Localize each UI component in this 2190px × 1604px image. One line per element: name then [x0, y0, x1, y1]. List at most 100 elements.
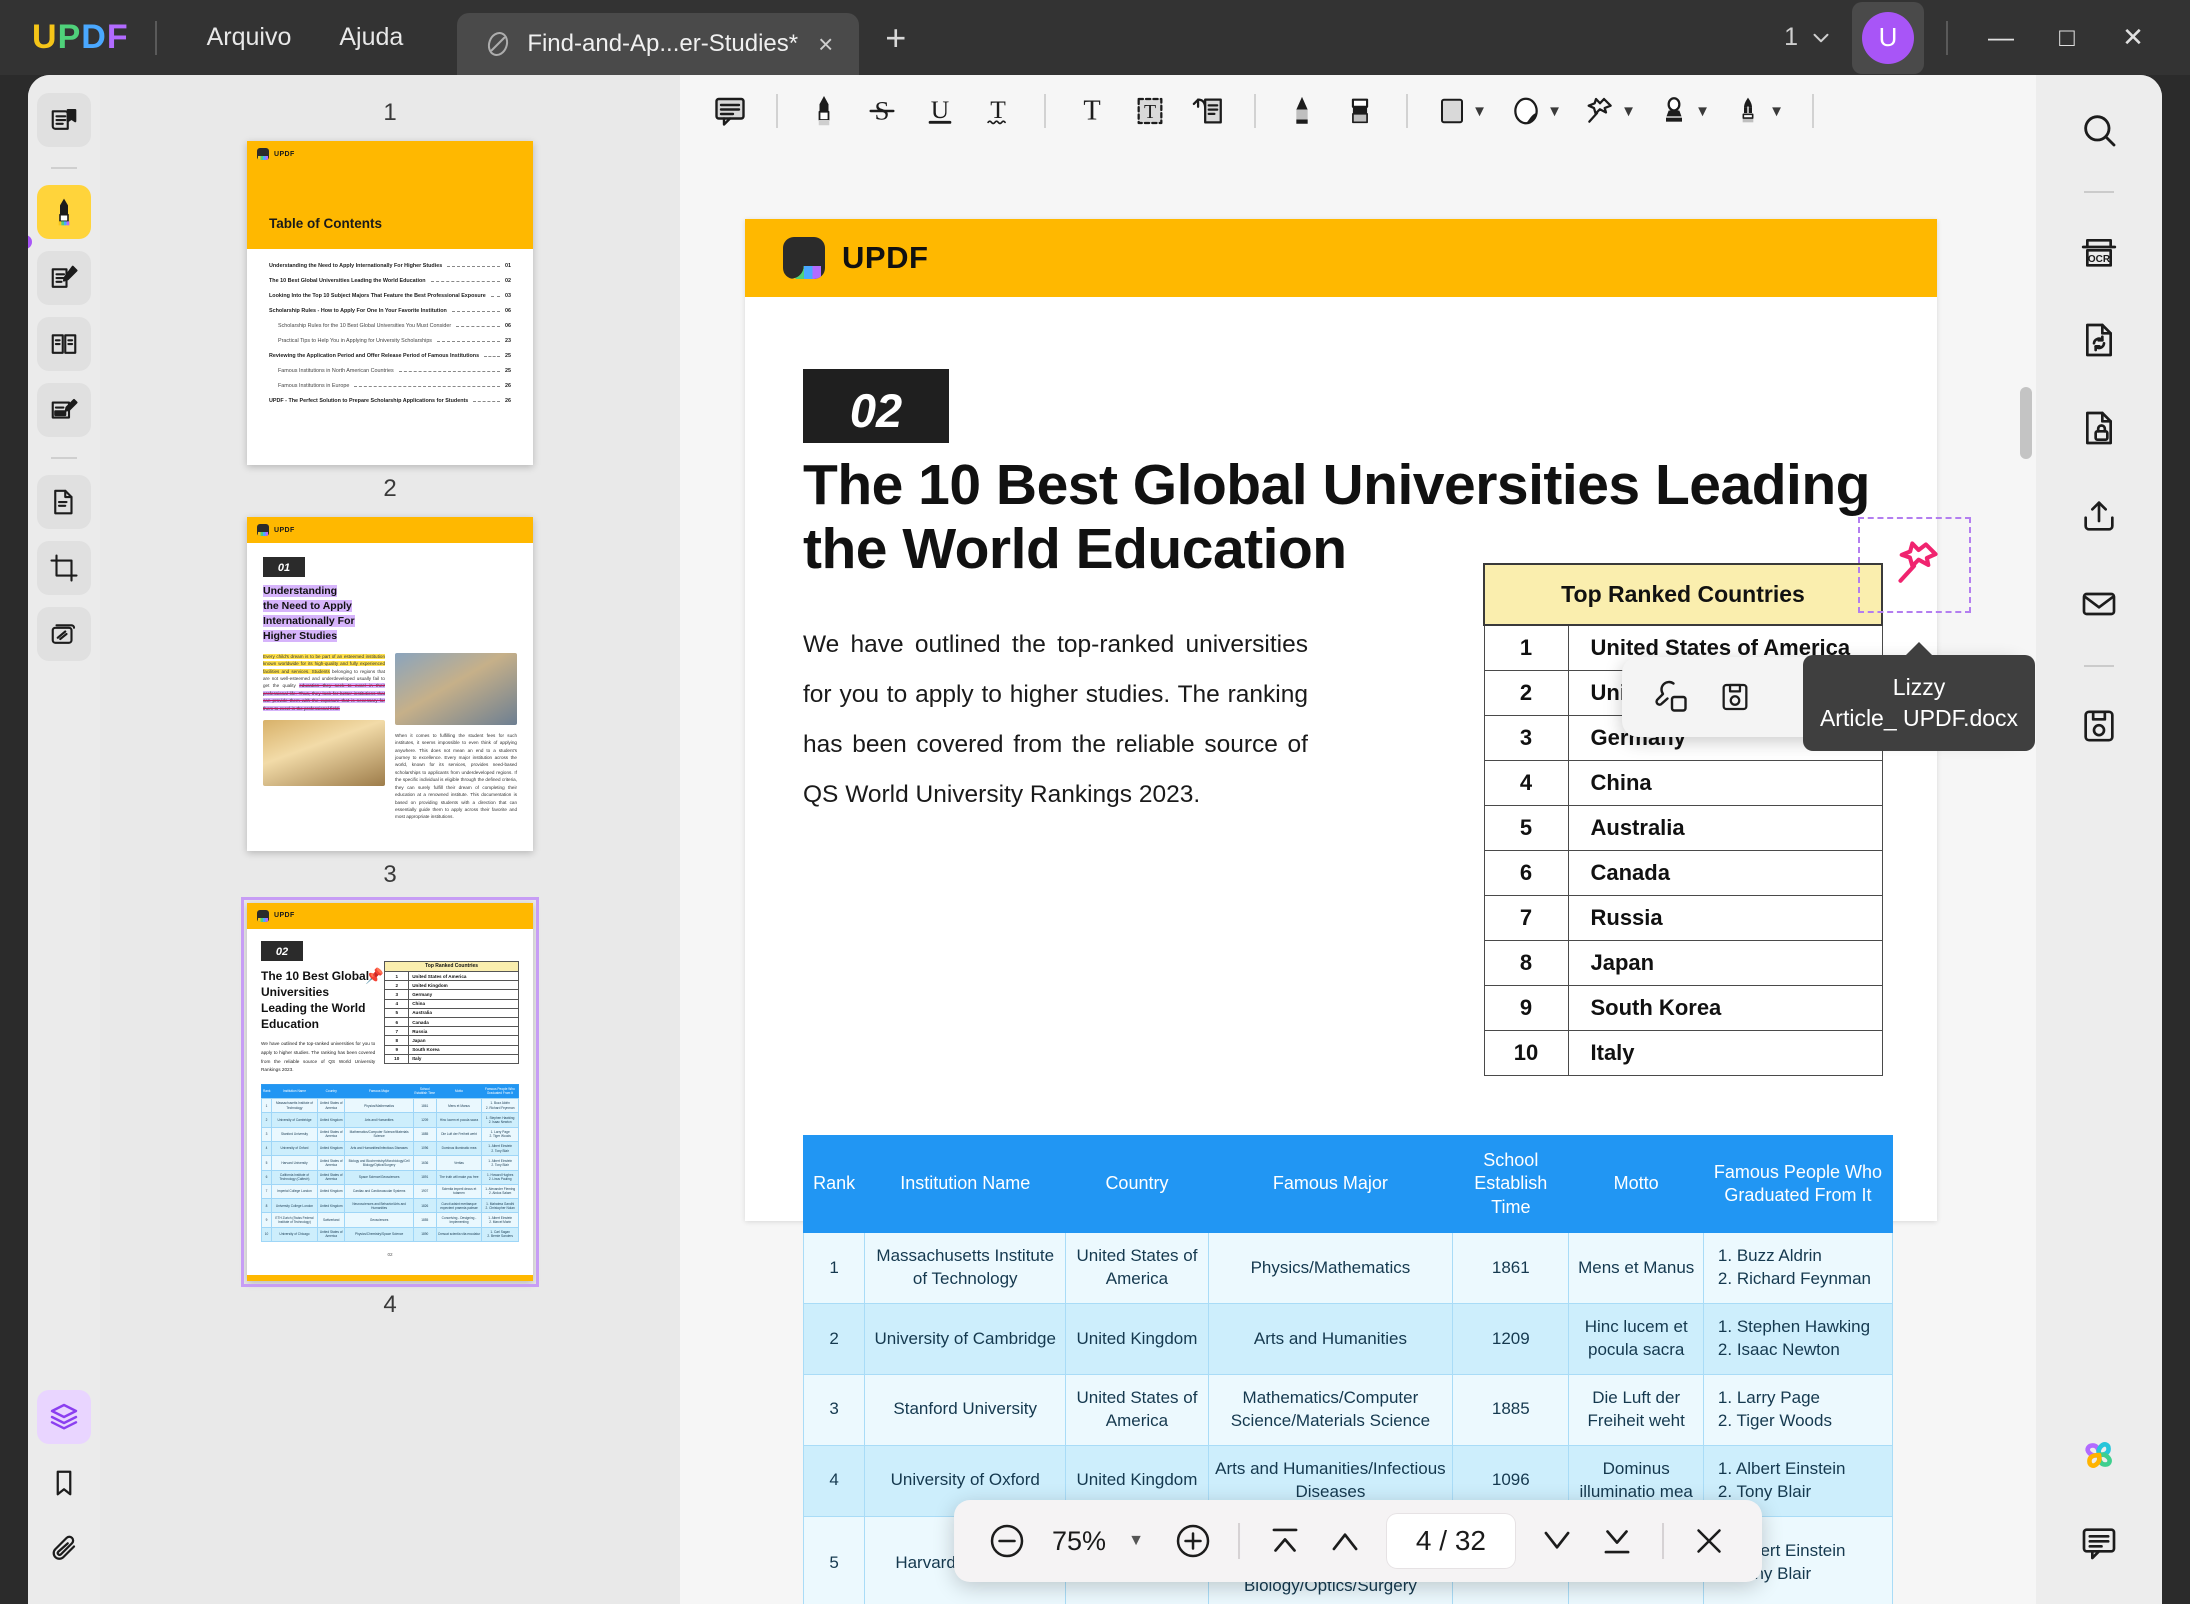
vertical-scrollbar[interactable] — [2020, 387, 2032, 459]
sidebar-item-organize-pages[interactable] — [37, 317, 91, 371]
thumbnail-page-preview-selected[interactable]: UPDF 📌 02 The 10 Best Global Universitie… — [247, 903, 533, 1281]
table-cell: 6 — [262, 1170, 272, 1184]
thumbnail-item-1[interactable]: 1 UPDF Table of Contents Understanding t… — [100, 89, 680, 517]
thumbnail-panel[interactable]: 1 UPDF Table of Contents Understanding t… — [100, 75, 680, 1604]
comment-list-button[interactable] — [2068, 1512, 2130, 1574]
zoom-level-label[interactable]: 75% — [1040, 1526, 1118, 1557]
current-page-value[interactable]: 4 — [1416, 1525, 1432, 1556]
close-window-button[interactable]: ✕ — [2102, 7, 2164, 69]
toc-entry[interactable]: Scholarship Rules - How to Apply For One… — [269, 308, 511, 314]
country-rank: 2 — [1484, 671, 1568, 716]
menu-ajuda[interactable]: Ajuda — [315, 15, 427, 60]
sidebar-item-convert[interactable] — [37, 475, 91, 529]
page-navigation-toolbar[interactable]: 75% ▼ 4 / 32 — [954, 1500, 1762, 1582]
toc-entry-label: Famous Institutions in North American Co… — [269, 368, 394, 374]
toc-entry[interactable]: The 10 Best Global Universities Leading … — [269, 278, 511, 284]
pencil-icon[interactable] — [1274, 83, 1330, 139]
sidebar-item-edit-pdf[interactable] — [37, 251, 91, 305]
protect-button[interactable] — [2068, 397, 2130, 459]
maximize-button[interactable]: □ — [2036, 7, 2098, 69]
eraser-icon[interactable] — [1332, 83, 1388, 139]
shape-rectangle-icon[interactable]: ▼ — [1426, 83, 1498, 139]
toc-entry[interactable]: Practical Tips to Help You in Applying f… — [269, 338, 511, 344]
underline-icon[interactable]: U — [912, 83, 968, 139]
sticker-icon[interactable]: ▼ — [1574, 83, 1646, 139]
sidebar-item-bookmarks[interactable] — [37, 1456, 91, 1510]
chevron-down-icon[interactable]: ▼ — [1769, 103, 1784, 120]
paragraph-right: When it comes to fulfilling the student … — [395, 732, 517, 821]
next-page-icon[interactable] — [1530, 1514, 1584, 1568]
toc-entry[interactable]: Reviewing the Application Period and Off… — [269, 353, 511, 359]
toc-entry[interactable]: Scholarship Rules for the 10 Best Global… — [269, 323, 511, 329]
top-ranked-countries-table-mini: Top Ranked Countries1United States of Am… — [384, 961, 519, 1064]
close-icon[interactable]: × — [812, 29, 839, 60]
highlight-icon[interactable] — [796, 83, 852, 139]
text-box-icon[interactable]: T — [1064, 83, 1120, 139]
pin-sticker-icon[interactable] — [1886, 536, 1944, 594]
ocr-button[interactable]: OCR — [2068, 221, 2130, 283]
updf-ai-button[interactable] — [2068, 1424, 2130, 1486]
strikethrough-icon[interactable]: S — [854, 83, 910, 139]
account-button[interactable]: U — [1852, 2, 1924, 74]
chevron-down-icon[interactable]: ▼ — [1124, 1532, 1160, 1550]
email-button[interactable] — [2068, 573, 2130, 635]
panel-collapse-handle[interactable] — [28, 235, 32, 249]
edit-annotation-icon[interactable] — [1646, 671, 1698, 723]
text-callout-icon[interactable] — [1180, 83, 1236, 139]
first-page-icon[interactable] — [1258, 1514, 1312, 1568]
sidebar-item-fill-sign[interactable] — [37, 383, 91, 437]
toc-entry[interactable]: Understanding the Need to Apply Internat… — [269, 263, 511, 269]
toc-entry[interactable]: Famous Institutions in Europe26 — [269, 383, 511, 389]
table-row: 9South Korea — [1484, 986, 1882, 1031]
stamp-icon[interactable]: ▼ — [1648, 83, 1720, 139]
save-as-button[interactable] — [2068, 695, 2130, 757]
stamp-shape-icon[interactable]: ▼ — [1500, 83, 1572, 139]
squiggly-underline-icon[interactable]: T — [970, 83, 1026, 139]
sidebar-item-comment[interactable] — [37, 185, 91, 239]
sidebar-item-attachments[interactable] — [37, 1522, 91, 1576]
signature-icon[interactable]: ▼ — [1722, 83, 1794, 139]
document-tab[interactable]: Find-and-Ap...er-Studies* × — [457, 13, 859, 75]
pin-sticker-icon[interactable]: 📌 — [365, 967, 384, 985]
document-viewport[interactable]: UPDF 02 The 10 Best Global Universities … — [680, 147, 2036, 1604]
last-page-icon[interactable] — [1590, 1514, 1644, 1568]
table-row: 10Italy — [1484, 1031, 1882, 1076]
text-field-icon[interactable]: T — [1122, 83, 1178, 139]
column-header: Institution Name — [865, 1136, 1066, 1233]
table-cell: United Kingdom — [317, 1141, 345, 1155]
save-to-library-icon[interactable] — [1709, 671, 1761, 723]
pin-annotation-selection[interactable] — [1858, 517, 1971, 613]
sidebar-item-crop[interactable] — [37, 541, 91, 595]
sidebar-item-reader[interactable] — [37, 93, 91, 147]
cell-people: 1. Stephen Hawking2. Isaac Newton — [1703, 1304, 1892, 1375]
search-button[interactable] — [2068, 99, 2130, 161]
share-button[interactable] — [2068, 485, 2130, 547]
chevron-down-icon[interactable] — [1808, 25, 1834, 51]
chevron-down-icon[interactable]: ▼ — [1547, 103, 1562, 120]
new-tab-button[interactable]: + — [885, 17, 906, 59]
sticky-note-icon[interactable] — [702, 83, 758, 139]
chevron-down-icon[interactable]: ▼ — [1621, 103, 1636, 120]
chevron-down-icon[interactable]: ▼ — [1695, 103, 1710, 120]
page-indicator[interactable]: 4 / 32 — [1386, 1513, 1516, 1569]
convert-button[interactable] — [2068, 309, 2130, 371]
sidebar-item-thumbnails[interactable] — [37, 1390, 91, 1444]
minimize-button[interactable]: — — [1970, 7, 2032, 69]
sidebar-item-batch[interactable] — [37, 607, 91, 661]
thumbnail-page-preview[interactable]: UPDF Table of Contents Understanding the… — [247, 141, 533, 465]
toc-entry[interactable]: Famous Institutions in North American Co… — [269, 368, 511, 374]
toc-entry[interactable]: UPDF - The Perfect Solution to Prepare S… — [269, 398, 511, 404]
close-toolbar-icon[interactable] — [1682, 1514, 1736, 1568]
column-header: Famous People Who Graduated From It — [482, 1084, 519, 1098]
menu-arquivo[interactable]: Arquivo — [183, 15, 316, 60]
country-rank: 4 — [385, 999, 409, 1008]
previous-page-icon[interactable] — [1318, 1514, 1372, 1568]
thumbnail-page-preview[interactable]: UPDF 01 Understanding the Need to Apply … — [247, 517, 533, 851]
thumbnail-item-4[interactable]: UPDF 📌 02 The 10 Best Global Universitie… — [100, 903, 680, 1333]
toc-entry-page: 25 — [505, 353, 511, 359]
chevron-down-icon[interactable]: ▼ — [1472, 103, 1487, 120]
thumbnail-item-3[interactable]: UPDF 01 Understanding the Need to Apply … — [100, 517, 680, 903]
zoom-out-icon[interactable] — [980, 1514, 1034, 1568]
zoom-in-icon[interactable] — [1166, 1514, 1220, 1568]
toc-entry[interactable]: Looking Into the Top 10 Subject Majors T… — [269, 293, 511, 299]
